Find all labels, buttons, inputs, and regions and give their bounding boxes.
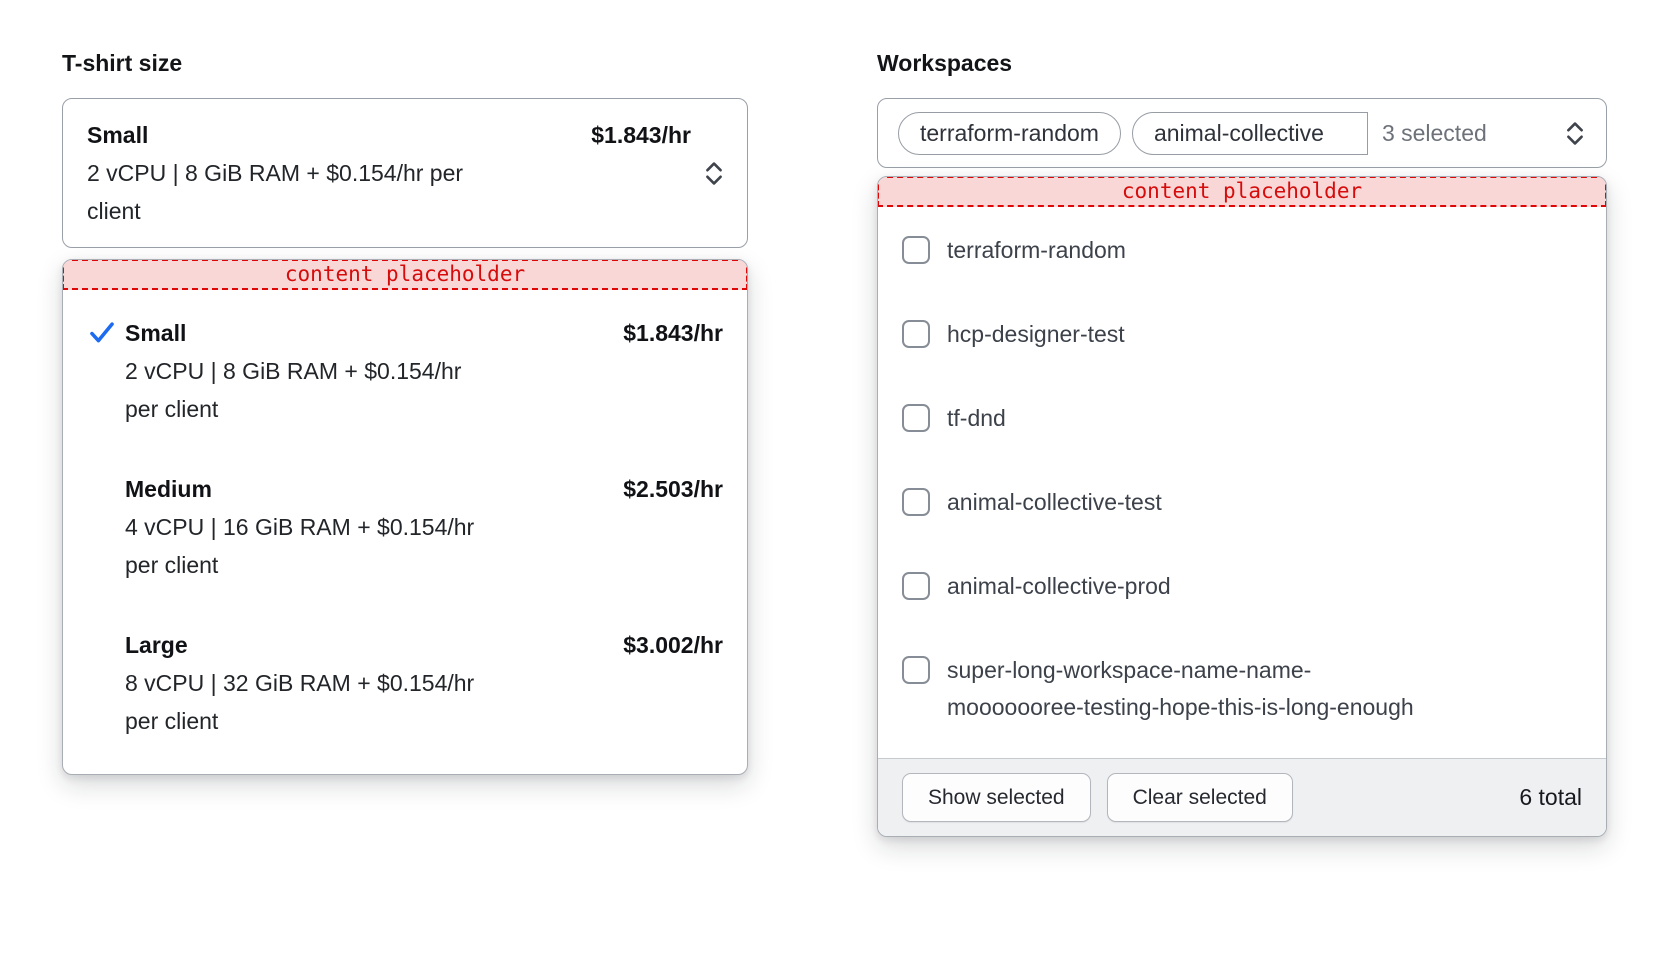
tag-terraform-random[interactable]: terraform-random <box>898 112 1121 155</box>
option-price: $2.503/hr <box>623 470 723 508</box>
content-placeholder-banner: content placeholder <box>62 259 748 290</box>
tag-animal-collective[interactable]: animal-collective <box>1132 112 1368 155</box>
workspace-checkbox[interactable] <box>902 572 930 600</box>
option-description: 8 vCPU | 32 GiB RAM + $0.154/hr per clie… <box>125 664 477 740</box>
tshirt-size-select-trigger[interactable]: Small $1.843/hr 2 vCPU | 8 GiB RAM + $0.… <box>62 98 748 248</box>
sort-chevrons-icon <box>703 160 725 187</box>
listbox-footer: Show selected Clear selected 6 total <box>878 758 1606 836</box>
option-price: $3.002/hr <box>623 626 723 664</box>
workspaces-options: terraform-random hcp-designer-test tf-dn… <box>878 207 1606 758</box>
option-title: Small <box>125 314 623 352</box>
workspace-row[interactable]: animal-collective-prod <box>902 568 1582 605</box>
check-placeholder <box>87 470 125 476</box>
check-placeholder <box>87 626 125 632</box>
sort-chevrons-icon <box>1564 120 1586 147</box>
option-title: Medium <box>125 470 623 508</box>
workspace-checkbox[interactable] <box>902 656 930 684</box>
workspace-name: terraform-random <box>947 232 1126 269</box>
workspace-name: animal-collective-test <box>947 484 1162 521</box>
selected-option: Small $1.843/hr 2 vCPU | 8 GiB RAM + $0.… <box>87 116 691 230</box>
workspace-name: animal-collective-prod <box>947 568 1171 605</box>
tshirt-size-section: T-shirt size Small $1.843/hr 2 vCPU | 8 … <box>62 50 748 775</box>
workspace-checkbox[interactable] <box>902 404 930 432</box>
option-large[interactable]: Large 8 vCPU | 32 GiB RAM + $0.154/hr pe… <box>87 626 723 740</box>
selected-option-description: 2 vCPU | 8 GiB RAM + $0.154/hr per clien… <box>87 154 502 230</box>
selected-option-title: Small <box>87 116 148 154</box>
selected-option-price: $1.843/hr <box>591 116 691 154</box>
workspaces-section: Workspaces terraform-random animal-colle… <box>877 50 1607 837</box>
show-selected-button[interactable]: Show selected <box>902 773 1091 822</box>
workspace-row[interactable]: animal-collective-test <box>902 484 1582 521</box>
selected-count: 3 selected <box>1382 120 1487 147</box>
tshirt-size-options: Small 2 vCPU | 8 GiB RAM + $0.154/hr per… <box>63 290 747 774</box>
total-count: 6 total <box>1519 784 1582 811</box>
option-price: $1.843/hr <box>623 314 723 352</box>
option-medium[interactable]: Medium 4 vCPU | 16 GiB RAM + $0.154/hr p… <box>87 470 723 584</box>
check-icon <box>87 314 125 351</box>
workspace-row[interactable]: tf-dnd <box>902 400 1582 437</box>
tshirt-size-listbox: content placeholder Small 2 vCPU | 8 GiB… <box>62 259 748 775</box>
content-placeholder-banner: content placeholder <box>877 176 1607 207</box>
option-description: 2 vCPU | 8 GiB RAM + $0.154/hr per clien… <box>125 352 477 428</box>
workspace-name: hcp-designer-test <box>947 316 1125 353</box>
workspace-row[interactable]: terraform-random <box>902 232 1582 269</box>
option-description: 4 vCPU | 16 GiB RAM + $0.154/hr per clie… <box>125 508 477 584</box>
workspaces-label: Workspaces <box>877 50 1607 77</box>
workspaces-listbox: content placeholder terraform-random hcp… <box>877 176 1607 837</box>
workspace-checkbox[interactable] <box>902 236 930 264</box>
workspace-name: tf-dnd <box>947 400 1006 437</box>
workspace-name-line: super-long-workspace-name-name- <box>947 652 1414 689</box>
clear-selected-button[interactable]: Clear selected <box>1107 773 1293 822</box>
workspace-name: super-long-workspace-name-name-moooooore… <box>947 652 1414 726</box>
workspace-row[interactable]: super-long-workspace-name-name-moooooore… <box>902 652 1582 726</box>
workspace-checkbox[interactable] <box>902 488 930 516</box>
workspaces-select-trigger[interactable]: terraform-random animal-collective 3 sel… <box>877 98 1607 168</box>
option-small[interactable]: Small 2 vCPU | 8 GiB RAM + $0.154/hr per… <box>87 314 723 428</box>
workspace-row[interactable]: hcp-designer-test <box>902 316 1582 353</box>
page: T-shirt size Small $1.843/hr 2 vCPU | 8 … <box>0 0 1672 964</box>
workspace-checkbox[interactable] <box>902 320 930 348</box>
option-title: Large <box>125 626 623 664</box>
workspace-name-line: mooooooree-testing-hope-this-is-long-eno… <box>947 689 1414 726</box>
tshirt-size-label: T-shirt size <box>62 50 748 77</box>
